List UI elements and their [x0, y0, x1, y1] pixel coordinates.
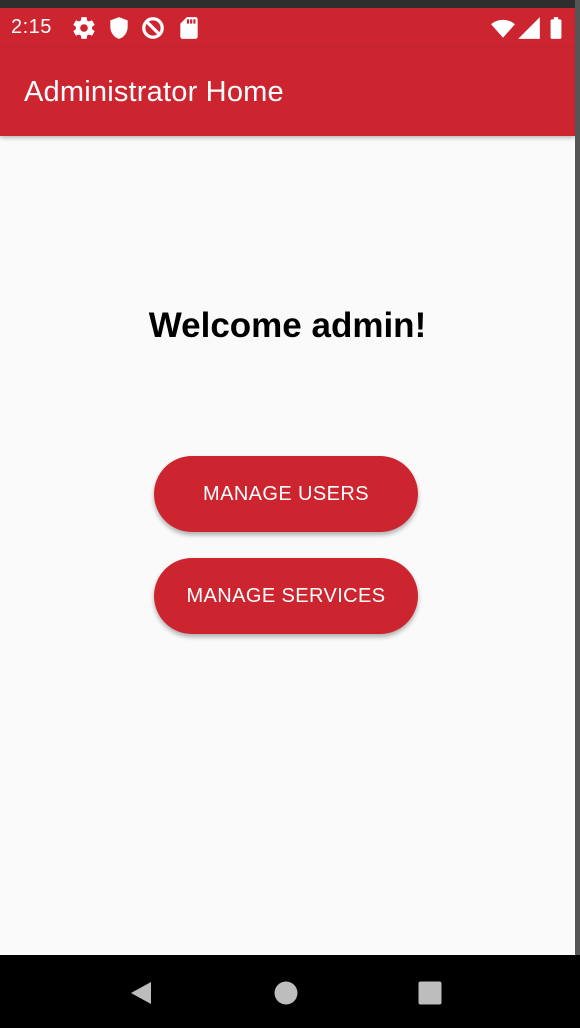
manage-services-button[interactable]: MANAGE SERVICES [154, 558, 418, 634]
sd-card-icon [180, 17, 198, 39]
screen-right-edge [575, 0, 580, 1028]
status-time: 2:15 [11, 16, 52, 38]
gear-icon [73, 17, 95, 39]
back-icon[interactable] [127, 979, 155, 1007]
no-disturb-icon [142, 17, 164, 39]
wifi-icon [491, 19, 515, 38]
recents-icon[interactable] [416, 979, 444, 1007]
page-title: Administrator Home [24, 76, 284, 108]
home-icon[interactable] [272, 979, 300, 1007]
manage-users-button[interactable]: MANAGE USERS [154, 456, 418, 532]
status-bar: 2:15 [0, 8, 575, 48]
battery-icon [550, 17, 562, 39]
welcome-heading: Welcome admin! [148, 306, 427, 345]
shield-icon [110, 17, 128, 39]
signal-icon [518, 17, 540, 39]
navigation-bar [0, 955, 580, 1028]
device-screen: 2:15 Administrator Home Welcome admin! M… [0, 0, 575, 1028]
app-bar: Administrator Home [0, 48, 575, 136]
screen-top-edge [0, 0, 575, 8]
